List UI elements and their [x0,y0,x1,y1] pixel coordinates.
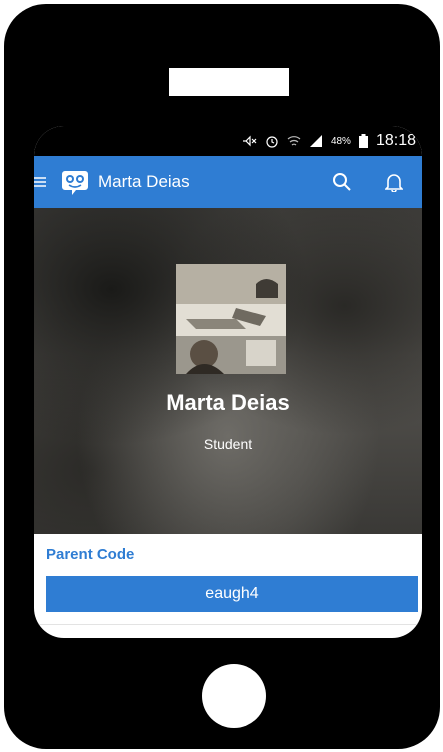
phone-screen: 48% 18:18 Marta Deias Marta Deias Studen… [34,126,422,638]
menu-icon[interactable] [34,176,52,188]
signal-icon [309,134,323,148]
profile-role: Student [203,436,253,452]
home-button[interactable] [202,664,266,728]
status-time: 18:18 [375,132,416,149]
parent-code-label: Parent Code [46,546,135,563]
battery-percent: 48% [330,135,351,147]
mute-icon [241,134,257,148]
alarm-icon [265,134,279,148]
search-icon[interactable] [322,162,362,202]
avatar [176,264,286,374]
profile-header: Marta Deias Student [34,208,422,534]
bell-icon[interactable] [374,162,414,202]
status-bar: 48% 18:18 [34,126,422,156]
battery-icon [358,134,368,148]
phone-speaker [169,68,289,96]
profile-name: Marta Deias [166,390,290,415]
parent-code-button[interactable]: eaugh4 [46,576,418,612]
app-bar: Marta Deias [34,156,422,208]
wifi-icon [287,134,301,148]
classdojo-logo-icon [60,167,90,197]
phone-frame: 48% 18:18 Marta Deias Marta Deias Studen… [4,4,440,749]
divider [34,624,422,625]
app-title: Marta Deias [98,172,190,191]
